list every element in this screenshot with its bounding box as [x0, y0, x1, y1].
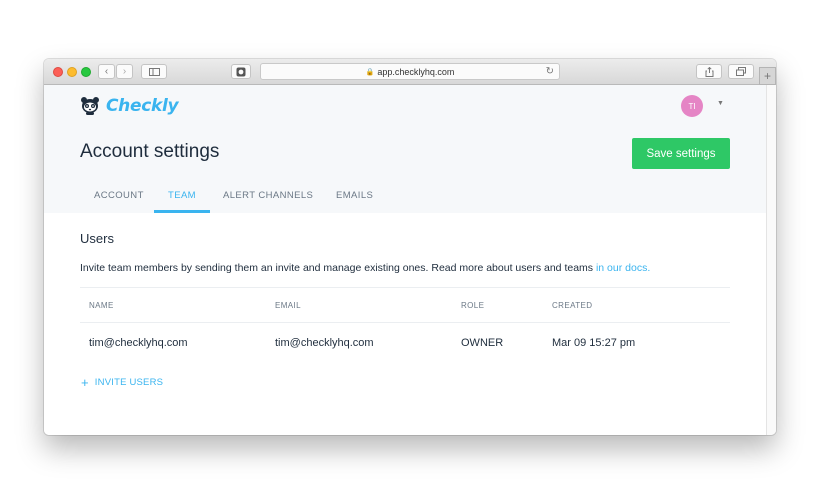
- column-header-created: CREATED: [552, 301, 593, 310]
- users-description: Invite team members by sending them an i…: [80, 262, 650, 274]
- page-title: Account settings: [80, 141, 220, 162]
- tab-emails[interactable]: EMAILS: [336, 190, 373, 201]
- forward-button[interactable]: ›: [116, 64, 133, 79]
- share-button[interactable]: [696, 64, 722, 79]
- column-header-email: EMAIL: [275, 301, 302, 310]
- app-logo[interactable]: Checkly: [80, 96, 179, 116]
- browser-toolbar: ‹ › 🔒 app.checklyhq.com ↻: [44, 59, 776, 85]
- table-top-divider: [80, 287, 730, 288]
- tabs-icon: [736, 67, 746, 76]
- column-header-name: NAME: [89, 301, 114, 310]
- address-bar[interactable]: 🔒 app.checklyhq.com ↻: [260, 63, 560, 80]
- chevron-right-icon: ›: [122, 65, 127, 77]
- raccoon-logo-icon: [81, 97, 99, 115]
- plus-icon: +: [763, 69, 771, 83]
- invite-users-button[interactable]: + INVITE USERS: [81, 375, 163, 390]
- tabs-overview-button[interactable]: [728, 64, 754, 79]
- save-settings-button[interactable]: Save settings: [632, 138, 730, 169]
- tab-team[interactable]: TEAM: [168, 190, 196, 201]
- chevron-down-icon[interactable]: ▼: [717, 100, 724, 107]
- user-email-cell: tim@checklyhq.com: [275, 337, 374, 349]
- user-role-cell: OWNER: [461, 337, 504, 349]
- user-created-cell: Mar 09 15:27 pm: [552, 337, 636, 349]
- users-heading: Users: [80, 231, 114, 246]
- lock-icon: 🔒: [365, 68, 375, 76]
- invite-users-label: INVITE USERS: [94, 377, 164, 388]
- tab-alert-channels[interactable]: ALERT CHANNELS: [223, 190, 313, 201]
- screen-record-icon: [236, 67, 246, 76]
- sidebar-icon: [148, 67, 160, 76]
- tab-account[interactable]: ACCOUNT: [94, 190, 144, 201]
- avatar[interactable]: TI: [681, 95, 703, 117]
- logo-wordmark: Checkly: [106, 96, 179, 116]
- share-icon: [705, 66, 713, 77]
- new-tab-button[interactable]: +: [759, 67, 776, 85]
- settings-header: Checkly TI ▼ Account settings Save setti…: [44, 85, 766, 213]
- plus-icon: +: [81, 375, 89, 390]
- user-name-cell: tim@checklyhq.com: [89, 337, 188, 349]
- back-button[interactable]: ‹: [98, 64, 115, 79]
- scrollbar-track[interactable]: [766, 85, 776, 435]
- page-content: Checkly TI ▼ Account settings Save setti…: [44, 85, 766, 435]
- users-description-text: Invite team members by sending them an i…: [80, 262, 596, 274]
- column-header-role: ROLE: [461, 301, 485, 310]
- header-divider: [80, 322, 730, 323]
- zoom-window-button[interactable]: [81, 67, 91, 77]
- reload-icon[interactable]: ↻: [546, 66, 554, 77]
- close-window-button[interactable]: [53, 67, 63, 77]
- site-settings-button[interactable]: [231, 64, 251, 79]
- sidebar-toggle-button[interactable]: [141, 64, 167, 79]
- browser-window: ‹ › 🔒 app.checklyhq.com ↻ Checkly TI ▼ A…: [44, 59, 776, 435]
- chevron-left-icon: ‹: [104, 65, 109, 77]
- active-tab-indicator: [154, 210, 210, 213]
- minimize-window-button[interactable]: [67, 67, 77, 77]
- docs-link[interactable]: in our docs.: [596, 262, 650, 274]
- url-text: app.checklyhq.com: [377, 66, 455, 77]
